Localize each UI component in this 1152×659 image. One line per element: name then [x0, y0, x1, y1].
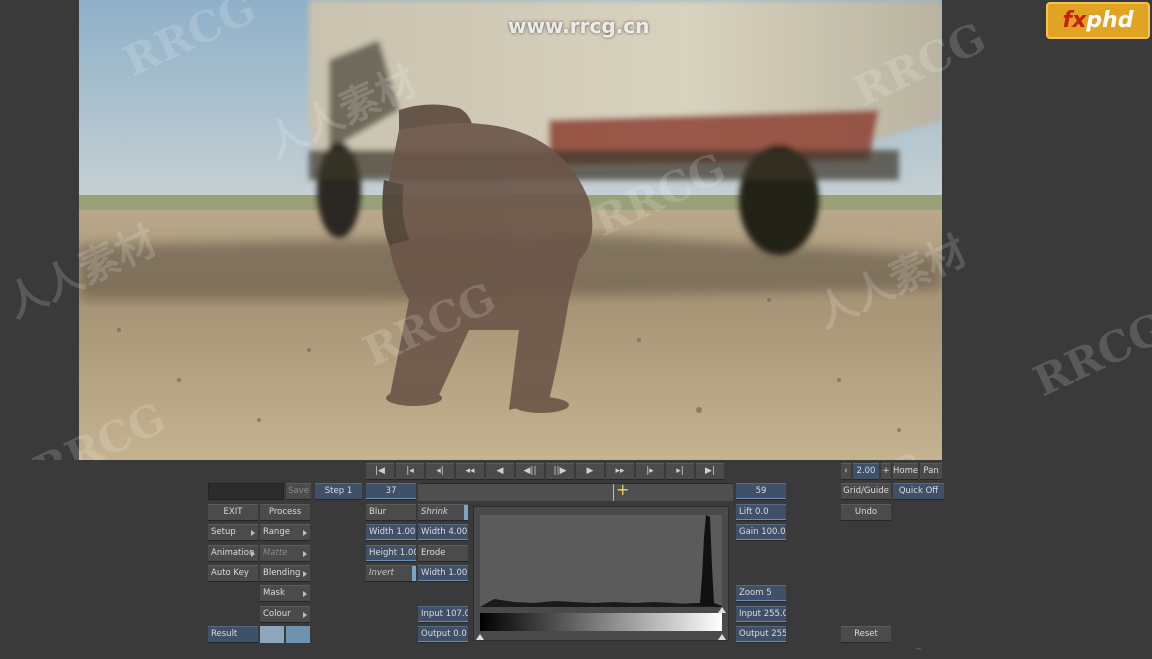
result-swatch-front[interactable] [260, 626, 284, 643]
histogram-graph [476, 515, 726, 640]
play-back-icon[interactable]: ◀|| [516, 463, 544, 480]
setup-button[interactable]: Setup [208, 524, 258, 541]
low-handle [476, 634, 484, 640]
reset-button[interactable]: Reset [841, 626, 891, 643]
prev-key-icon[interactable]: |◂ [396, 463, 424, 480]
name-field[interactable] [208, 483, 284, 500]
process-button[interactable]: Process [260, 504, 310, 521]
timeline-cursor[interactable] [613, 484, 614, 501]
mask-button[interactable]: Mask [260, 585, 310, 602]
timeline-scrubber[interactable]: + [418, 480, 733, 501]
go-start-icon[interactable]: |◀ [366, 463, 394, 480]
shrink-button[interactable]: Shrink [418, 504, 468, 521]
grid-guide-button[interactable]: Grid/Guide [841, 483, 891, 500]
exit-button[interactable]: EXIT [208, 504, 258, 521]
input-high-handle [718, 607, 726, 613]
undo-button[interactable]: Undo [841, 504, 891, 521]
quick-off-button[interactable]: Quick Off [893, 483, 944, 500]
fxphd-logo: fxphd [1046, 2, 1150, 39]
pan-button[interactable]: Pan [920, 463, 942, 480]
blur-width-field[interactable]: Width 1.00 [366, 524, 416, 541]
erode-width-field[interactable]: Width 1.00 [418, 565, 468, 582]
animation-button[interactable]: Animation [208, 545, 258, 562]
gain-field[interactable]: Gain 100.0 [736, 524, 786, 541]
logo-phd: phd [1086, 8, 1134, 33]
matte-button[interactable]: Matte [260, 545, 310, 562]
end-frame-field[interactable]: 59 [736, 483, 786, 500]
zoom-increment-button[interactable]: + [881, 463, 891, 480]
start-frame-field[interactable]: 37 [366, 483, 416, 500]
high-handle [718, 634, 726, 640]
blending-button[interactable]: Blending [260, 565, 310, 582]
go-end-icon[interactable]: ▶| [696, 463, 724, 480]
step-button[interactable]: Step 1 [315, 483, 362, 500]
rewind-icon[interactable]: ◀ [486, 463, 514, 480]
zoom-value-field[interactable]: 2.00 [853, 463, 879, 480]
next-key-icon[interactable]: ▸| [666, 463, 694, 480]
zoom-decrement-button[interactable]: ‹ [841, 463, 851, 480]
home-button[interactable]: Home [893, 463, 918, 480]
crosshair-icon: + [616, 480, 630, 499]
blur-button[interactable]: Blur [366, 504, 416, 521]
zoom-field[interactable]: Zoom 5 [736, 585, 786, 602]
prev-mark-icon[interactable]: ◂◂ [456, 463, 484, 480]
range-button[interactable]: Range [260, 524, 310, 541]
invert-button[interactable]: Invert [366, 565, 416, 582]
shrink-width-field[interactable]: Width 4.00 [418, 524, 468, 541]
blur-height-field[interactable]: Height 1.00 [366, 545, 416, 562]
colour-button[interactable]: Colour [260, 606, 310, 623]
pause-icon[interactable]: ||▶ [546, 463, 574, 480]
watermark-url: www.rrcg.cn [508, 14, 650, 38]
histogram-panel[interactable] [473, 506, 729, 641]
auto-key-button[interactable]: Auto Key [208, 565, 258, 582]
save-button[interactable]: Save [286, 483, 311, 500]
erode-button[interactable]: Erode [418, 545, 468, 562]
input-low-field[interactable]: Input 107.0 [418, 606, 468, 623]
output-high-field[interactable]: Output 255.0 [736, 626, 786, 643]
input-high-field[interactable]: Input 255.0 [736, 606, 786, 623]
result-button[interactable]: Result [208, 626, 258, 643]
watermark-brand: RRCG [1026, 302, 1152, 407]
next-mark-icon[interactable]: ▸▸ [606, 463, 634, 480]
result-swatch-back[interactable] [286, 626, 310, 643]
output-low-field[interactable]: Output 0.0 [418, 626, 468, 643]
image-viewer[interactable] [79, 0, 942, 460]
logo-fx: fx [1062, 8, 1087, 33]
step-forward-icon[interactable]: |▸ [636, 463, 664, 480]
lift-field[interactable]: Lift 0.0 [736, 504, 786, 521]
step-back-icon[interactable]: ◂| [426, 463, 454, 480]
play-icon[interactable]: ▶ [576, 463, 604, 480]
viewer-frame [79, 0, 942, 460]
